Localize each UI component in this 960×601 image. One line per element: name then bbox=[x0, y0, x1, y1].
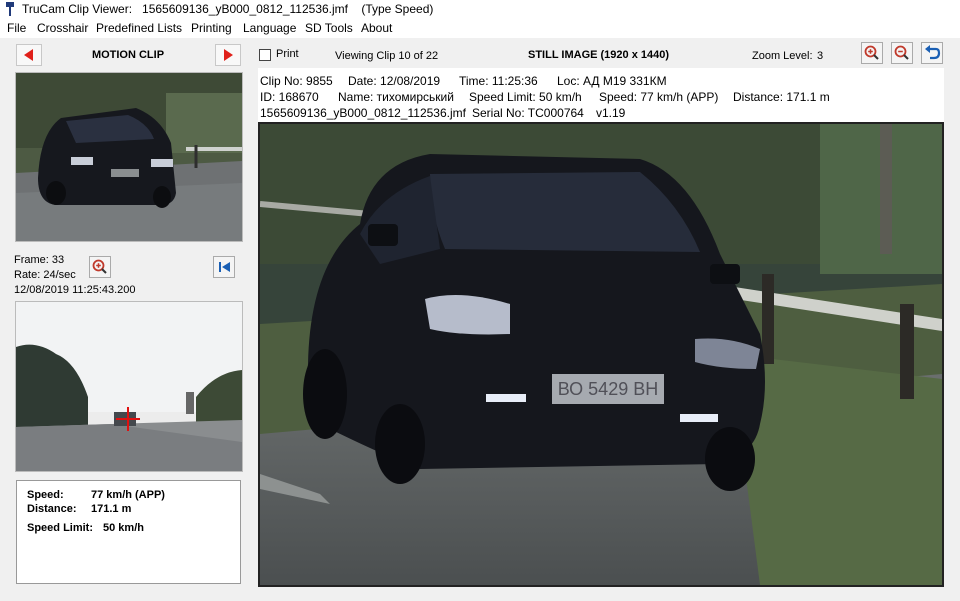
motion-clip-title: MOTION CLIP bbox=[91, 49, 165, 61]
still-image-viewer[interactable]: ВО 5429 ВН bbox=[258, 122, 944, 587]
speed-limit-label: Speed Limit: bbox=[27, 522, 94, 534]
undo-arrow-icon bbox=[925, 45, 941, 60]
info-distance: Distance: 171.1 m bbox=[733, 90, 830, 104]
menu-bar: File Crosshair Predefined Lists Printing… bbox=[0, 18, 960, 38]
operator-name: Name: тихомирський bbox=[338, 90, 454, 104]
first-frame-button[interactable] bbox=[213, 256, 235, 278]
window-title: TruCam Clip Viewer: 1565609136_yB000_081… bbox=[22, 2, 434, 16]
zoom-level-label: Zoom Level: bbox=[752, 50, 813, 62]
menu-about[interactable]: About bbox=[361, 21, 392, 35]
clip-no: Clip No: 9855 bbox=[260, 74, 333, 88]
menu-printing[interactable]: Printing bbox=[191, 21, 232, 35]
speed-value: 77 km/h (APP) bbox=[91, 489, 165, 501]
prev-clip-button[interactable] bbox=[16, 44, 42, 66]
menu-file[interactable]: File bbox=[7, 21, 26, 35]
motion-clip-image[interactable] bbox=[15, 72, 243, 242]
print-checkbox[interactable] bbox=[259, 49, 271, 61]
clip-date: Date: 12/08/2019 bbox=[348, 74, 441, 88]
arrow-right-icon bbox=[224, 49, 233, 61]
operator-id: ID: 168670 bbox=[260, 90, 319, 104]
menu-crosshair[interactable]: Crosshair bbox=[37, 21, 88, 35]
viewing-clip-text: Viewing Clip 10 of 22 bbox=[335, 50, 439, 62]
menu-predefined-lists[interactable]: Predefined Lists bbox=[96, 21, 182, 35]
crosshair-image[interactable] bbox=[15, 301, 243, 472]
skip-to-start-icon bbox=[219, 262, 230, 272]
frame-timestamp: 12/08/2019 11:25:43.200 bbox=[14, 284, 136, 296]
serial-no: Serial No: TC000764 bbox=[472, 106, 584, 120]
menu-sd-tools[interactable]: SD Tools bbox=[305, 21, 353, 35]
title-bar: TruCam Clip Viewer: 1565609136_yB000_081… bbox=[0, 0, 960, 18]
still-image: ВО 5429 ВН bbox=[260, 124, 942, 585]
frame-number: Frame: 33 bbox=[14, 254, 65, 266]
clip-time: Time: 11:25:36 bbox=[459, 74, 538, 88]
software-version: v1.19 bbox=[596, 106, 626, 120]
info-speed-limit: Speed Limit: 50 km/h bbox=[469, 90, 582, 104]
menu-language[interactable]: Language bbox=[243, 21, 296, 35]
frame-rate: Rate: 24/sec bbox=[14, 269, 76, 281]
next-clip-button[interactable] bbox=[215, 44, 241, 66]
file-name: 1565609136_yB000_0812_112536.jmf bbox=[260, 106, 466, 120]
arrow-left-icon bbox=[24, 49, 33, 61]
zoom-out-button[interactable] bbox=[891, 42, 913, 64]
speed-limit-value: 50 km/h bbox=[103, 522, 144, 534]
license-plate: ВО 5429 ВН bbox=[558, 379, 658, 399]
zoom-in-icon bbox=[864, 45, 879, 60]
measurement-summary-panel: Speed: 77 km/h (APP) Distance: 171.1 m S… bbox=[16, 480, 241, 584]
app-icon bbox=[6, 2, 14, 16]
zoom-level-value: 3 bbox=[817, 50, 824, 62]
motion-zoom-button[interactable] bbox=[89, 256, 111, 278]
clip-location: Loc: АД М19 331КМ bbox=[557, 74, 667, 88]
still-image-title: STILL IMAGE (1920 x 1440) bbox=[528, 49, 670, 61]
reset-button[interactable] bbox=[921, 42, 943, 64]
distance-value: 171.1 m bbox=[91, 503, 132, 515]
speed-label: Speed: bbox=[27, 489, 64, 501]
distance-label: Distance: bbox=[27, 503, 77, 515]
print-label: Print bbox=[276, 48, 299, 60]
zoom-out-icon bbox=[894, 45, 909, 60]
zoom-in-button[interactable] bbox=[861, 42, 883, 64]
info-speed: Speed: 77 km/h (APP) bbox=[599, 90, 719, 104]
zoom-in-icon bbox=[92, 259, 107, 274]
